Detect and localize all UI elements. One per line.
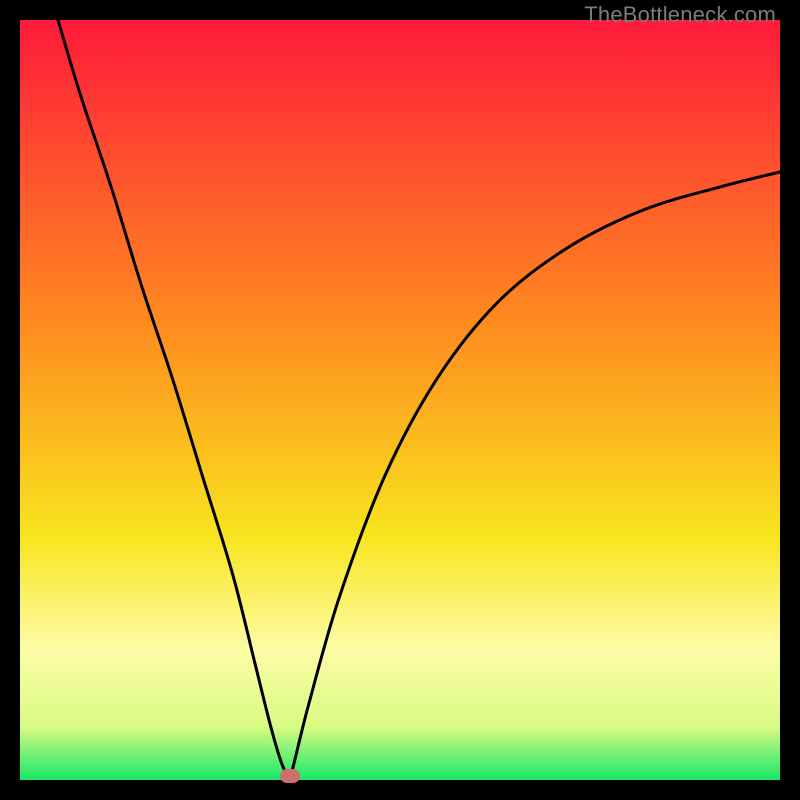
chart-frame [20, 20, 780, 780]
chart-plot [20, 20, 780, 780]
watermark-text: TheBottleneck.com [584, 2, 776, 28]
optimal-point-marker [280, 769, 300, 783]
gradient-background [20, 20, 780, 780]
